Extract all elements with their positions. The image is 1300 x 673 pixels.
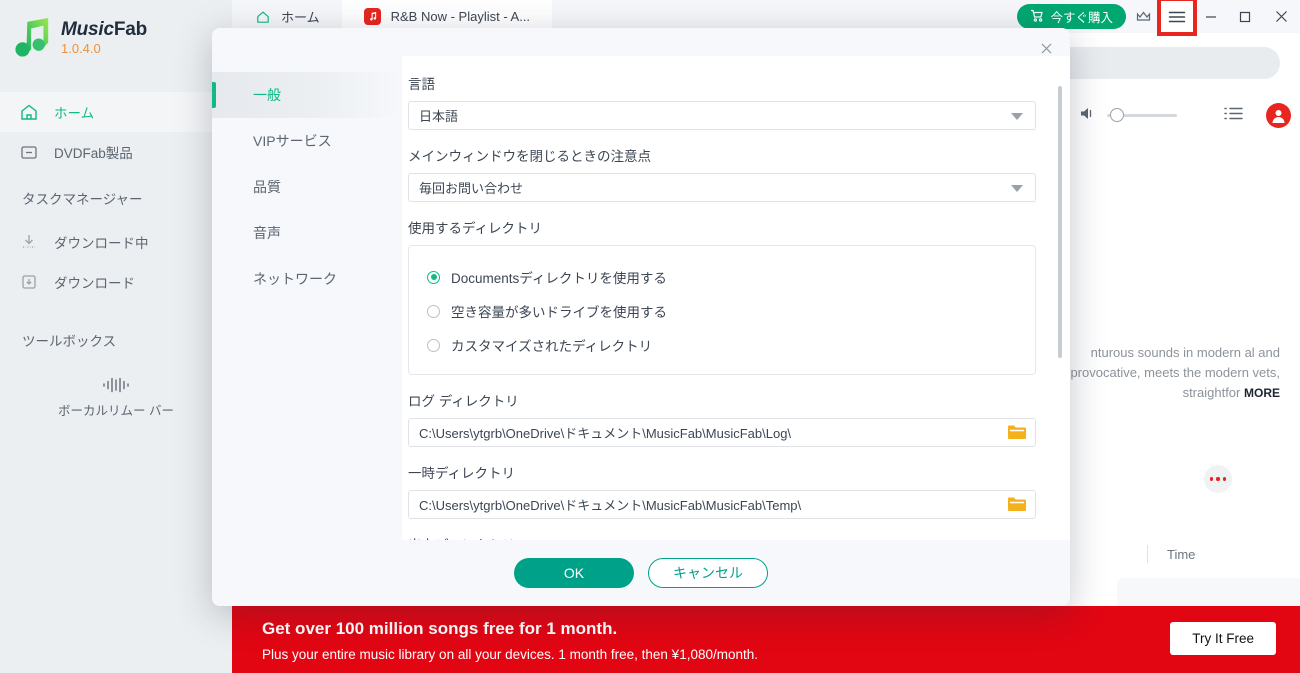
close-icon[interactable] [1262,0,1300,33]
log-directory-input[interactable]: C:\Users\ytgrb\OneDrive\ドキュメント\MusicFab\… [408,418,1036,447]
temp-directory-field: C:\Users\ytgrb\OneDrive\ドキュメント\MusicFab\… [408,490,1036,519]
musicfab-logo-icon [14,18,52,58]
close-warning-select[interactable]: 毎回お問い合わせ [408,173,1036,202]
radio-custom-directory[interactable]: カスタマイズされたディレクトリ [409,328,1035,362]
box-icon [18,141,40,163]
directory-label: 使用するディレクトリ [408,217,1036,237]
dialog-footer: OK キャンセル [212,540,1070,606]
maximize-icon[interactable] [1228,0,1262,33]
app-logo: MusicFab 1.0.4.0 [14,18,147,58]
banner-subline: Plus your entire music library on all yo… [262,647,758,662]
dialog-tab-label: 一般 [253,85,281,105]
app-window: MusicFab 1.0.4.0 ホーム DVDFab製品 タスクマネージャー [0,0,1300,673]
dialog-tab-label: 品質 [253,177,281,197]
dialog-tab-label: VIPサービス [253,131,332,151]
radio-icon [427,271,440,284]
download-icon [18,271,40,293]
dialog-tab-audio[interactable]: 音声 [212,210,402,256]
language-select[interactable]: 日本語 [408,101,1036,130]
log-directory-field: C:\Users\ytgrb\OneDrive\ドキュメント\MusicFab\… [408,418,1036,447]
radio-icon [427,305,440,318]
sidebar-item-home[interactable]: ホーム [0,92,232,132]
log-directory-value: C:\Users\ytgrb\OneDrive\ドキュメント\MusicFab\… [419,423,791,442]
radio-icon [427,339,440,352]
radio-largest-free-drive[interactable]: 空き容量が多いドライブを使用する [409,294,1035,328]
tab-label: R&B Now - Playlist - A... [391,9,530,24]
dialog-tab-general[interactable]: 一般 [212,72,402,118]
cancel-button[interactable]: キャンセル [648,558,768,588]
dialog-tab-quality[interactable]: 品質 [212,164,402,210]
column-divider [1147,545,1148,563]
sidebar-item-downloads[interactable]: ダウンロード [0,262,232,302]
radio-label: Documentsディレクトリを使用する [451,267,667,287]
banner-headline: Get over 100 million songs free for 1 mo… [262,619,617,639]
dialog-scrollbar-thumb[interactable] [1058,86,1062,358]
track-description: nturous sounds in modern al and provocat… [1050,343,1280,403]
buy-now-button[interactable]: 今すぐ購入 [1017,4,1126,29]
chevron-down-icon [1011,185,1023,192]
music-note-icon [364,8,381,25]
chevron-down-icon [1011,113,1023,120]
downloading-icon [18,231,40,253]
language-value: 日本語 [419,106,458,125]
radio-documents-directory[interactable]: Documentsディレクトリを使用する [409,260,1035,294]
log-directory-label: ログ ディレクトリ [408,390,1036,410]
radio-label: 空き容量が多いドライブを使用する [451,301,667,321]
user-avatar-icon[interactable] [1266,103,1291,128]
dialog-tab-vip-service[interactable]: VIPサービス [212,118,402,164]
sidebar-item-dvdfab-products[interactable]: DVDFab製品 [0,132,232,172]
sidebar: MusicFab 1.0.4.0 ホーム DVDFab製品 タスクマネージャー [0,0,232,673]
sidebar-section-task-manager: タスクマネージャー [22,188,143,208]
minimize-icon[interactable] [1194,0,1228,33]
tab-label: ホーム [281,7,320,26]
radio-label: カスタマイズされたディレクトリ [451,335,652,355]
home-icon [18,101,40,123]
directory-radio-group: Documentsディレクトリを使用する 空き容量が多いドライブを使用する カス… [408,245,1036,375]
dialog-tab-label: 音声 [253,223,281,243]
temp-directory-value: C:\Users\ytgrb\OneDrive\ドキュメント\MusicFab\… [419,495,801,514]
ok-button[interactable]: OK [514,558,634,588]
waveform-icon [0,376,232,399]
sidebar-item-downloading[interactable]: ダウンロード中 [0,222,232,262]
try-it-free-button[interactable]: Try It Free [1170,622,1276,655]
close-warning-value: 毎回お問い合わせ [419,178,523,197]
sidebar-item-label: DVDFab製品 [54,142,133,162]
folder-icon[interactable] [1007,423,1027,441]
promo-banner: Get over 100 million songs free for 1 mo… [232,606,1300,673]
hamburger-menu-icon[interactable] [1160,0,1194,33]
settings-dialog: 一般 VIPサービス 品質 音声 ネットワーク 言語 日本語 メインウィンドウを… [212,28,1070,606]
folder-icon[interactable] [1007,495,1027,513]
sidebar-item-label: ダウンロード中 [54,232,149,252]
dialog-tab-label: ネットワーク [253,269,337,289]
volume-slider-knob[interactable] [1110,108,1124,122]
logo-wordmark: MusicFab [61,20,147,40]
close-warning-label: メインウィンドウを閉じるときの注意点 [408,145,1036,165]
volume-icon[interactable] [1080,106,1097,126]
language-label: 言語 [408,73,1036,93]
dialog-content: 言語 日本語 メインウィンドウを閉じるときの注意点 毎回お問い合わせ 使用するデ… [402,56,1070,569]
more-options-icon[interactable] [1204,465,1232,493]
cart-icon [1030,9,1044,25]
more-link[interactable]: MORE [1244,386,1280,400]
buy-now-label: 今すぐ購入 [1050,7,1113,26]
app-version: 1.0.4.0 [61,42,147,56]
sidebar-section-toolbox: ツールボックス [22,330,116,350]
crown-icon[interactable] [1126,0,1160,33]
sidebar-item-label: ホーム [54,102,94,122]
sidebar-item-label: ダウンロード [54,272,135,292]
queue-list-icon[interactable] [1224,106,1243,126]
dialog-tab-list: 一般 VIPサービス 品質 音声 ネットワーク [212,28,402,606]
temp-directory-input[interactable]: C:\Users\ytgrb\OneDrive\ドキュメント\MusicFab\… [408,490,1036,519]
sidebar-item-vocal-remover[interactable]: ボーカルリムー バー [0,402,232,420]
time-column-header: Time [1167,547,1195,562]
dialog-tab-network[interactable]: ネットワーク [212,256,402,302]
home-icon [254,8,271,25]
temp-directory-label: 一時ディレクトリ [408,462,1036,482]
